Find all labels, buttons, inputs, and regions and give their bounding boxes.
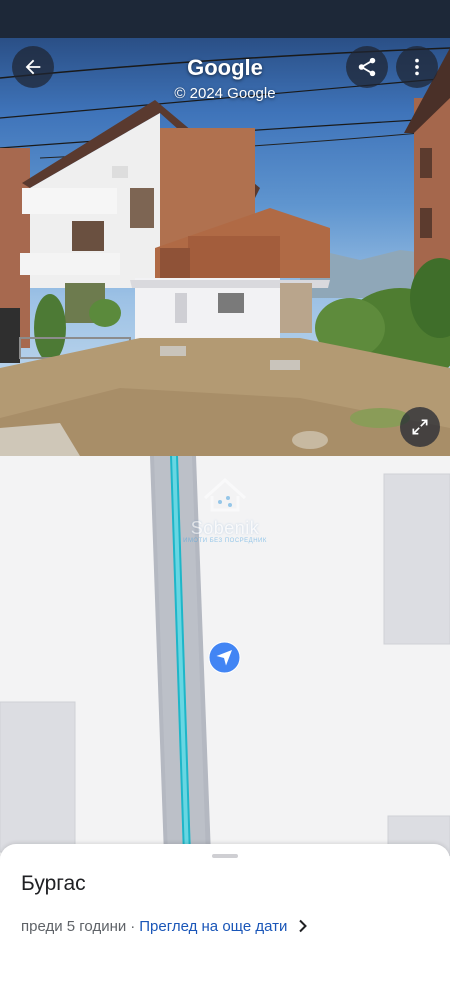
copyright-text: © 2024 Google bbox=[174, 85, 276, 102]
share-button[interactable] bbox=[346, 46, 388, 88]
house-logo-icon bbox=[203, 477, 247, 512]
drag-handle[interactable] bbox=[212, 854, 238, 858]
watermark-tagline: ИМОТИ БЕЗ ПОСРЕДНИК bbox=[183, 538, 267, 544]
arrow-left-icon bbox=[25, 59, 41, 75]
see-more-dates-link[interactable]: Преглед на още дати bbox=[139, 918, 287, 935]
place-title: Бургас bbox=[21, 872, 86, 895]
navigation-arrow-icon bbox=[208, 641, 241, 674]
place-bottom-sheet[interactable]: Бургас преди 5 години · Преглед на още д… bbox=[0, 844, 450, 1000]
expand-icon bbox=[412, 419, 428, 435]
chevron-right-icon[interactable] bbox=[297, 919, 309, 933]
watermark-brand: Sobenik bbox=[190, 518, 260, 538]
imagery-age: преди 5 години bbox=[21, 917, 127, 935]
watermark: Sobenik ИМОТИ БЕЗ ПОСРЕДНИК bbox=[160, 470, 290, 550]
map-block bbox=[383, 473, 450, 645]
back-button[interactable] bbox=[12, 46, 54, 88]
more-options-button[interactable] bbox=[396, 46, 438, 88]
status-bar bbox=[0, 0, 450, 38]
more-vertical-icon bbox=[415, 58, 419, 76]
separator-dot: · bbox=[130, 917, 136, 935]
street-view-panorama[interactable]: Google © 2024 Google bbox=[0, 38, 450, 456]
map-block bbox=[0, 701, 76, 853]
imagery-date-row: преди 5 години · Преглед на още дати bbox=[21, 916, 309, 936]
expand-button[interactable] bbox=[400, 407, 440, 447]
share-icon bbox=[358, 57, 376, 77]
